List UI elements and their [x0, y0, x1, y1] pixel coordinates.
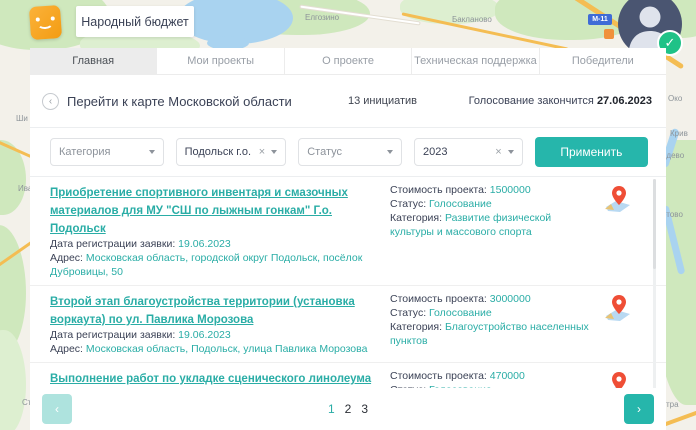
app-logo-smiley[interactable]	[29, 5, 62, 40]
map-pin-icon	[602, 294, 632, 322]
cost-label: Стоимость проекта:	[390, 370, 487, 382]
deadline-date: 27.06.2023	[597, 95, 652, 107]
show-on-map-button[interactable]	[590, 183, 632, 279]
project-info: Приобретение спортивного инвентаря и сма…	[50, 183, 390, 279]
category-label: Категория:	[390, 321, 442, 333]
status-select-value: Статус	[307, 146, 387, 158]
project-details: Стоимость проекта: 3000000 Статус: Голос…	[390, 292, 590, 356]
category-select[interactable]: Категория	[50, 138, 164, 166]
pagination: ‹ 123 ›	[30, 388, 666, 430]
municipality-select-value: Подольск г.о.	[185, 146, 255, 158]
year-select-value: 2023	[423, 146, 491, 158]
main-nav: Главная Мои проекты О проекте Техническа…	[30, 48, 666, 75]
project-address-row: Адрес: Московская область, Подольск, ули…	[50, 342, 376, 356]
logo-smile	[37, 17, 54, 29]
date-value: 19.06.2023	[178, 238, 231, 250]
address-label: Адрес:	[50, 252, 83, 264]
chevron-down-icon[interactable]	[508, 150, 514, 154]
cost-label: Стоимость проекта:	[390, 184, 487, 196]
project-title-link[interactable]: Второй этап благоустройства территории (…	[50, 296, 355, 326]
address-label: Адрес:	[50, 343, 83, 355]
category-label: Категория:	[390, 212, 442, 224]
show-on-map-button[interactable]	[590, 292, 632, 356]
page-2[interactable]: 2	[345, 402, 352, 416]
tab-o-proekte[interactable]: О проекте	[284, 48, 411, 74]
cost-row: Стоимость проекта: 3000000	[390, 292, 590, 306]
cost-row: Стоимость проекта: 1500000	[390, 183, 590, 197]
content-panel: ‹ Перейти к карте Московской области 13 …	[30, 75, 666, 430]
municipality-select[interactable]: Подольск г.о. ×	[176, 138, 287, 166]
clear-filter-icon[interactable]: ×	[259, 146, 265, 158]
deadline-prefix: Голосование закончится	[469, 95, 594, 107]
project-info: Второй этап благоустройства территории (…	[50, 292, 390, 356]
address-value: Московская область, городской округ Подо…	[50, 252, 362, 278]
page-numbers: 123	[30, 402, 666, 416]
date-label: Дата регистрации заявки:	[50, 329, 175, 341]
project-list-item: Приобретение спортивного инвентаря и сма…	[30, 177, 666, 286]
status-row: Статус: Голосование	[390, 306, 590, 320]
tab-tech-podderzhka[interactable]: Техническая поддержка	[411, 48, 538, 74]
page: Елгозино Бакланово М-11 Ши Ива Ст Око Кр…	[0, 0, 696, 430]
cost-value: 1500000	[490, 184, 531, 196]
category-select-value: Категория	[59, 146, 149, 158]
page-1[interactable]: 1	[328, 402, 335, 416]
year-select[interactable]: 2023 ×	[414, 138, 523, 166]
date-label: Дата регистрации заявки:	[50, 238, 175, 250]
initiatives-count: 13 инициатив	[348, 95, 417, 107]
category-row: Категория: Благоустройство населенных пу…	[390, 320, 590, 348]
project-details: Стоимость проекта: 1500000 Статус: Голос…	[390, 183, 590, 279]
cost-row: Стоимость проекта: 470000	[390, 369, 590, 383]
project-address-row: Адрес: Московская область, городской окр…	[50, 251, 376, 279]
chevron-down-icon[interactable]	[271, 150, 277, 154]
project-list-item: Второй этап благоустройства территории (…	[30, 286, 666, 363]
address-value: Московская область, Подольск, улица Павл…	[86, 343, 368, 355]
voting-deadline: Голосование закончится 27.06.2023	[469, 95, 652, 107]
apply-button[interactable]: Применить	[535, 137, 648, 167]
cost-label: Стоимость проекта:	[390, 293, 487, 305]
map-pin-icon	[602, 185, 632, 213]
date-value: 19.06.2023	[178, 329, 231, 341]
project-date-row: Дата регистрации заявки: 19.06.2023	[50, 237, 376, 251]
map-label: Око	[668, 94, 682, 103]
toolbar: ‹ Перейти к карте Московской области 13 …	[30, 75, 666, 128]
map-label: Крив	[670, 129, 688, 138]
scrollbar-thumb[interactable]	[653, 179, 656, 269]
tab-moi-proekty[interactable]: Мои проекты	[156, 48, 283, 74]
category-row: Категория: Развитие физической культуры …	[390, 211, 590, 239]
chevron-down-icon[interactable]	[149, 150, 155, 154]
tab-pobediteli[interactable]: Победители	[539, 48, 666, 74]
back-chevron-icon[interactable]: ‹	[42, 93, 59, 110]
map-forest-patch	[0, 330, 26, 430]
status-value: Голосование	[429, 307, 492, 319]
scrollbar[interactable]	[653, 179, 656, 391]
chevron-down-icon[interactable]	[387, 150, 393, 154]
tab-glavnaya[interactable]: Главная	[30, 48, 156, 74]
road-badge-m11: М-11	[588, 14, 612, 25]
filters-bar: Категория Подольск г.о. × Статус 2023 × …	[30, 128, 666, 177]
cost-value: 3000000	[490, 293, 531, 305]
status-label: Статус:	[390, 198, 426, 210]
project-date-row: Дата регистрации заявки: 19.06.2023	[50, 328, 376, 342]
status-label: Статус:	[390, 307, 426, 319]
map-label: Елгозино	[305, 13, 339, 22]
project-title-link[interactable]: Приобретение спортивного инвентаря и сма…	[50, 187, 348, 235]
app-title: Народный бюджет	[76, 6, 194, 37]
status-row: Статус: Голосование	[390, 197, 590, 211]
cost-value: 470000	[490, 370, 525, 382]
status-value: Голосование	[429, 198, 492, 210]
page-3[interactable]: 3	[361, 402, 368, 416]
status-select[interactable]: Статус	[298, 138, 402, 166]
clear-filter-icon[interactable]: ×	[495, 146, 501, 158]
road-badge-icon	[604, 29, 614, 39]
map-link[interactable]: Перейти к карте Московской области	[67, 94, 292, 109]
map-label: Бакланово	[452, 15, 492, 24]
map-label: Ши	[16, 114, 28, 123]
